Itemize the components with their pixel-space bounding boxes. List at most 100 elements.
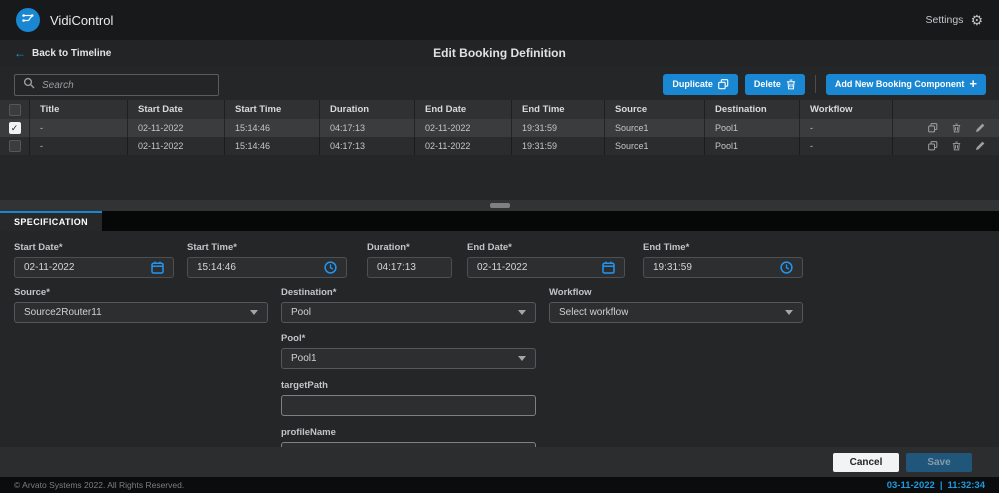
cell-destination: Pool1 xyxy=(705,119,800,137)
chevron-down-icon xyxy=(785,310,793,315)
copyright-text: © Arvato Systems 2022. All Rights Reserv… xyxy=(14,480,184,490)
splitter-handle[interactable] xyxy=(490,203,510,208)
copy-icon[interactable] xyxy=(928,123,938,133)
select-all-checkbox[interactable]: ✓ xyxy=(9,104,21,116)
cancel-button[interactable]: Cancel xyxy=(833,453,899,472)
start-time-label: Start Time* xyxy=(187,242,347,253)
destination-value: Pool xyxy=(291,307,311,318)
cell-workflow: - xyxy=(800,119,893,137)
workflow-field: Workflow Select workflow xyxy=(549,287,803,323)
workflow-dropdown[interactable]: Select workflow xyxy=(549,302,803,323)
start-date-field: Start Date* xyxy=(14,242,174,278)
save-button[interactable]: Save xyxy=(906,453,972,472)
cell-workflow: - xyxy=(800,137,893,155)
calendar-icon[interactable] xyxy=(602,261,615,274)
delete-icon[interactable] xyxy=(952,141,961,151)
profile-name-field: profileName xyxy=(281,427,536,447)
search-box xyxy=(14,74,219,96)
search-icon xyxy=(23,76,35,94)
footer-datetime: 03-11-2022 | 11:32:34 xyxy=(887,480,985,491)
duplicate-button[interactable]: Duplicate xyxy=(663,74,738,95)
clock-icon[interactable] xyxy=(780,261,793,274)
route-icon xyxy=(21,11,35,30)
app-header: VidiControl Settings ⚙ xyxy=(0,0,999,40)
vidicontrol-app: { "colors": { "accent": "#1987d2", "fiel… xyxy=(0,0,999,493)
cell-destination: Pool1 xyxy=(705,137,800,155)
table-header-row: ✓ Title Start Date Start Time Duration E… xyxy=(0,100,999,119)
booking-table: ✓ Title Start Date Start Time Duration E… xyxy=(0,100,999,155)
cell-end-time: 19:31:59 xyxy=(512,137,605,155)
sub-header: ← Back to Timeline Edit Booking Definiti… xyxy=(0,40,999,66)
back-to-timeline-link[interactable]: ← Back to Timeline xyxy=(14,47,111,59)
form-action-bar: Cancel Save xyxy=(0,447,999,477)
footer-separator: | xyxy=(940,480,943,491)
target-path-input[interactable] xyxy=(291,400,526,411)
table-row[interactable]: ✓ - 02-11-2022 15:14:46 04:17:13 02-11-2… xyxy=(0,119,999,137)
start-date-input[interactable] xyxy=(24,262,145,273)
start-time-input[interactable] xyxy=(197,262,318,273)
pool-label: Pool* xyxy=(281,333,536,344)
footer-time: 11:32:34 xyxy=(947,480,985,491)
pool-dropdown[interactable]: Pool1 xyxy=(281,348,536,369)
profile-name-label: profileName xyxy=(281,427,536,438)
settings-label[interactable]: Settings xyxy=(925,14,963,26)
cell-start-time: 15:14:46 xyxy=(225,137,320,155)
edit-icon[interactable] xyxy=(975,141,985,151)
page-title: Edit Booking Definition xyxy=(0,46,999,60)
chevron-down-icon xyxy=(518,310,526,315)
end-time-input[interactable] xyxy=(653,262,774,273)
table-row[interactable]: ✓ - 02-11-2022 15:14:46 04:17:13 02-11-2… xyxy=(0,137,999,155)
calendar-icon[interactable] xyxy=(151,261,164,274)
toolbar-divider xyxy=(815,75,816,93)
start-time-field: Start Time* xyxy=(187,242,347,278)
add-new-booking-component-button[interactable]: Add New Booking Component + xyxy=(826,74,986,95)
panel-splitter xyxy=(0,200,999,211)
workflow-label: Workflow xyxy=(549,287,803,298)
row-checkbox[interactable]: ✓ xyxy=(9,122,21,134)
target-path-field: targetPath xyxy=(281,380,536,416)
end-time-label: End Time* xyxy=(643,242,803,253)
clock-icon[interactable] xyxy=(324,261,337,274)
cell-title: - xyxy=(30,137,128,155)
column-header-duration: Duration xyxy=(320,100,415,119)
back-link-label: Back to Timeline xyxy=(32,48,111,59)
destination-dropdown[interactable]: Pool xyxy=(281,302,536,323)
delete-button[interactable]: Delete xyxy=(745,74,805,95)
source-value: Source2Router11 xyxy=(24,307,102,318)
copy-icon[interactable] xyxy=(928,141,938,151)
column-header-start-time: Start Time xyxy=(225,100,320,119)
cell-start-date: 02-11-2022 xyxy=(128,119,225,137)
column-header-destination: Destination xyxy=(705,100,800,119)
plus-icon: + xyxy=(969,77,977,90)
cell-source: Source1 xyxy=(605,137,705,155)
pool-field: Pool* Pool1 xyxy=(281,333,536,369)
duration-label: Duration* xyxy=(367,242,452,253)
end-date-input[interactable] xyxy=(477,262,596,273)
column-header-end-time: End Time xyxy=(512,100,605,119)
end-date-field: End Date* xyxy=(467,242,625,278)
column-header-source: Source xyxy=(605,100,705,119)
trash-icon xyxy=(786,79,796,90)
gear-icon[interactable]: ⚙ xyxy=(970,13,983,27)
search-input[interactable] xyxy=(42,80,210,91)
cell-end-date: 02-11-2022 xyxy=(415,137,512,155)
cell-end-time: 19:31:59 xyxy=(512,119,605,137)
footer-date: 03-11-2022 xyxy=(887,480,935,491)
row-checkbox[interactable]: ✓ xyxy=(9,140,21,152)
chevron-down-icon xyxy=(518,356,526,361)
tab-specification[interactable]: SPECIFICATION xyxy=(0,211,102,231)
cell-title: - xyxy=(30,119,128,137)
cell-start-date: 02-11-2022 xyxy=(128,137,225,155)
source-dropdown[interactable]: Source2Router11 xyxy=(14,302,268,323)
end-date-label: End Date* xyxy=(467,242,625,253)
duration-input[interactable] xyxy=(377,262,442,273)
pool-value: Pool1 xyxy=(291,353,317,364)
duplicate-button-label: Duplicate xyxy=(672,79,713,89)
column-header-end-date: End Date xyxy=(415,100,512,119)
chevron-down-icon xyxy=(250,310,258,315)
vidicontrol-logo xyxy=(16,8,40,32)
edit-icon[interactable] xyxy=(975,123,985,133)
booking-list-panel: Duplicate Delete Add New Booking Compone… xyxy=(0,66,999,200)
delete-icon[interactable] xyxy=(952,123,961,133)
toolbar-actions: Duplicate Delete Add New Booking Compone… xyxy=(663,73,986,95)
